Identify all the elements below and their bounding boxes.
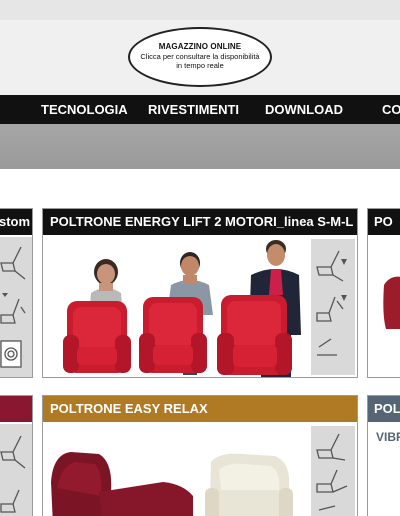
product-card-right-top-title: PO xyxy=(368,209,400,235)
mechanism-diagrams xyxy=(311,426,355,516)
product-card-custom[interactable]: stom xyxy=(0,208,33,378)
product-card-energy-lift-title-text: POLTRONE ENERGY LIFT 2 MOTORI_linea S-M-… xyxy=(50,214,354,229)
top-strip xyxy=(0,0,400,20)
product-card-left-bottom[interactable] xyxy=(0,395,33,516)
relax-positions-icon xyxy=(316,433,348,511)
red-lift-chair-left xyxy=(63,301,131,373)
cream-recliner-chair xyxy=(205,453,293,516)
right-top-product-photo xyxy=(383,276,400,329)
product-card-left-bottom-title xyxy=(0,396,32,422)
nav-item-tecnologia[interactable]: TECNOLOGIA xyxy=(41,102,128,117)
product-card-right-bottom-subtitle: VIBRO xyxy=(376,430,400,444)
product-card-energy-lift-title: POLTRONE ENERGY LIFT 2 MOTORI_linea S-M-… xyxy=(43,209,357,235)
product-card-right-bottom[interactable]: POL VIBRO xyxy=(367,395,400,516)
product-card-right-top[interactable]: PO xyxy=(367,208,400,378)
maroon-recliner-chair xyxy=(51,452,193,516)
main-nav: TECNOLOGIA RIVESTIMENTI DOWNLOAD CO xyxy=(0,95,400,124)
nav-item-download[interactable]: DOWNLOAD xyxy=(265,102,343,117)
energy-lift-product-photo xyxy=(63,240,301,377)
product-card-energy-lift[interactable]: POLTRONE ENERGY LIFT 2 MOTORI_linea S-M-… xyxy=(42,208,358,378)
lift-positions-icon xyxy=(316,250,347,356)
banner-band xyxy=(0,124,400,169)
red-lift-chair-right xyxy=(217,295,292,375)
nav-item-rivestimenti[interactable]: RIVESTIMENTI xyxy=(148,102,239,117)
product-card-easy-relax-title-text: POLTRONE EASY RELAX xyxy=(50,401,208,416)
mechanism-diagrams xyxy=(0,237,32,377)
online-stock-subtitle: Clicca per consultare la disponibilità i… xyxy=(140,52,260,70)
product-card-right-top-title-text: PO xyxy=(374,214,393,229)
online-stock-title: MAGAZZINO ONLINE xyxy=(158,42,242,51)
recliner-positions-icon xyxy=(0,435,26,513)
recliner-positions-icon xyxy=(0,246,26,368)
product-card-right-bottom-title-text: POL xyxy=(374,401,400,416)
nav-item-contatti[interactable]: CO xyxy=(382,102,400,117)
product-card-custom-title-text: stom xyxy=(0,214,31,229)
red-lift-chair-center xyxy=(139,297,207,373)
easy-relax-product-photo xyxy=(51,452,293,516)
online-stock-button[interactable]: MAGAZZINO ONLINE Clicca per consultare l… xyxy=(128,27,272,87)
mechanism-diagrams xyxy=(0,424,32,516)
mechanism-diagrams xyxy=(311,239,355,375)
product-card-custom-title: stom xyxy=(0,209,32,235)
product-card-right-bottom-title: POL xyxy=(368,396,400,422)
page: MAGAZZINO ONLINE Clicca per consultare l… xyxy=(0,0,400,516)
product-card-easy-relax-title: POLTRONE EASY RELAX xyxy=(43,396,357,422)
product-card-easy-relax[interactable]: POLTRONE EASY RELAX xyxy=(42,395,358,516)
